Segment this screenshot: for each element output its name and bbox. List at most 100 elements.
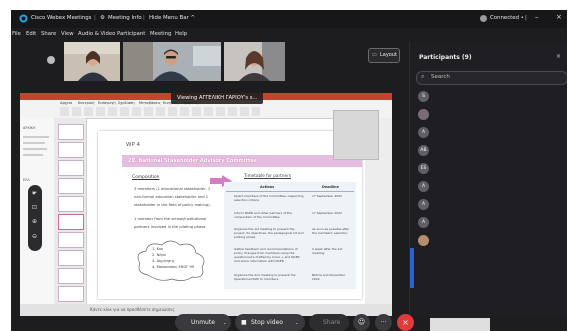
participant-avatar[interactable]: A xyxy=(418,181,429,192)
video-tile-3[interactable] xyxy=(224,42,285,81)
table-cell-action: Organize the 2nd meeting to present the … xyxy=(234,273,296,281)
participant-avatar-photo[interactable] xyxy=(418,235,429,246)
table-cell-deadline: 1 week after the 1st meeting xyxy=(312,247,343,255)
composition-line-6: partners involved in the piloting phase. xyxy=(134,225,207,229)
menu-view[interactable]: View xyxy=(61,31,74,37)
more-options-button[interactable]: ··· xyxy=(375,314,392,331)
participants-title: Participants (9) xyxy=(419,54,472,61)
slide-thumbnail[interactable] xyxy=(58,196,84,212)
video-tile-2[interactable] xyxy=(123,42,221,81)
participants-search-input[interactable]: ⌕ Search xyxy=(416,71,567,85)
slide-thumbnail[interactable] xyxy=(58,232,84,248)
table-row: Organize the 1st meeting to present the … xyxy=(226,227,354,245)
leave-meeting-button[interactable]: × xyxy=(397,314,414,331)
participant-avatar[interactable]: S xyxy=(418,91,429,102)
participant-avatar[interactable]: A xyxy=(418,217,429,228)
slide-thumbnail[interactable] xyxy=(58,178,84,194)
slide-heading: 28. National Stakeholder Advisory Commit… xyxy=(128,158,258,164)
ribbon-tab-4[interactable]: Σχεδίαση xyxy=(118,101,135,105)
close-panel-icon[interactable]: × xyxy=(556,53,561,60)
external-popup xyxy=(430,318,490,331)
participant-avatar[interactable]: ES xyxy=(418,163,429,174)
notes-placeholder: Κάντε κλικ για να προσθέσετε σημειώσεις xyxy=(90,307,175,312)
ribbon-tab-5[interactable]: Μεταβάσεις xyxy=(139,101,161,105)
title-divider: | xyxy=(525,15,527,21)
slide-thumbnail[interactable] xyxy=(58,268,84,284)
title-separator-2: | xyxy=(143,15,145,21)
explorer-line xyxy=(23,154,43,156)
chevron-down-icon[interactable]: ⌄ xyxy=(223,314,226,331)
share-button[interactable]: Share xyxy=(309,314,349,331)
table-cell-deadline: 17 September 2022 xyxy=(312,194,342,198)
table-cell-action: Inform NCER and other partners of the co… xyxy=(234,211,292,219)
viewing-banner[interactable]: Viewing ΑΓΓΕΛΙΚΗ ΓΑΡΙΟΥ's s... xyxy=(171,92,264,104)
participants-panel: Participants (9) × ⌕ Search S A AB ES A … xyxy=(409,42,567,331)
slide-heading-banner: 28. National Stakeholder Advisory Commit… xyxy=(122,155,362,167)
table-cell-action: Select members of the Committee, respect… xyxy=(234,194,304,202)
composition-line-5: 1 member from the school/institutional xyxy=(134,217,207,221)
slide-thumbnail[interactable] xyxy=(58,250,84,266)
participant-avatar[interactable]: A xyxy=(418,127,429,138)
menu-meeting[interactable]: Meeting xyxy=(150,31,171,37)
unmute-button[interactable]: Unmute ⌄ xyxy=(175,314,231,331)
meeting-info-button[interactable]: Meeting Info xyxy=(108,15,142,21)
reactions-icon[interactable]: ☺ xyxy=(353,314,370,331)
share-label: Share xyxy=(323,319,341,326)
zoom-in-icon[interactable]: ⊕ xyxy=(32,218,37,225)
explorer-line xyxy=(23,148,47,150)
app-title: Cisco Webex Meetings xyxy=(31,15,92,21)
explorer-label-2: ΕΛΛ xyxy=(23,178,30,182)
video-tile-1[interactable] xyxy=(64,42,120,81)
menu-edit[interactable]: Edit xyxy=(26,31,36,37)
current-slide: WP 4 28. National Stakeholder Advisory C… xyxy=(98,131,362,299)
menu-file[interactable]: File xyxy=(12,31,21,37)
participant-avatar[interactable]: AB xyxy=(418,145,429,156)
slide-thumbnail[interactable] xyxy=(58,160,84,176)
taskbar-edge xyxy=(410,248,414,288)
slide-thumbnails[interactable] xyxy=(54,118,87,304)
table-cell-action: Gather feedback and recommendations of p… xyxy=(234,247,300,263)
menu-participant[interactable]: Participant xyxy=(117,31,145,37)
pointer-icon[interactable]: ☛ xyxy=(32,190,37,197)
explorer-line xyxy=(23,136,49,138)
ribbon-tools[interactable] xyxy=(60,107,260,116)
slide-thumbnail[interactable] xyxy=(58,124,84,140)
participant-video-2 xyxy=(123,42,221,81)
minimize-button[interactable]: – xyxy=(535,13,539,21)
menu-share[interactable]: Share xyxy=(41,31,56,37)
floating-panel xyxy=(333,110,379,160)
ribbon-tab-3[interactable]: Εισαγωγή xyxy=(98,101,116,105)
ribbon-tab-2[interactable]: Κεντρική xyxy=(78,101,94,105)
slide-thumbnail-active[interactable] xyxy=(58,214,84,230)
meeting-info-icon[interactable]: ⚙ xyxy=(100,15,105,21)
fit-icon[interactable]: ⊡ xyxy=(32,204,37,211)
strip-nav-dot-icon[interactable] xyxy=(47,56,55,64)
slide-thumbnail[interactable] xyxy=(58,286,84,302)
menu-audio-video[interactable]: Audio & Video xyxy=(78,31,115,37)
close-window-button[interactable]: × xyxy=(556,13,562,21)
explorer-line xyxy=(23,142,45,144)
table-row: Gather feedback and recommendations of p… xyxy=(226,247,354,271)
hide-menu-bar-button[interactable]: Hide Menu Bar ^ xyxy=(149,15,195,21)
layout-button[interactable]: ▭ Layout xyxy=(368,48,400,63)
composition-line-3: stakeholder in the field of policy makin… xyxy=(134,203,211,207)
timetable-table: Actions Deadline Select members of the C… xyxy=(224,182,356,289)
zoom-out-icon[interactable]: ⊖ xyxy=(32,233,37,240)
participant-avatar-photo[interactable] xyxy=(418,109,429,120)
connection-status: Connected • xyxy=(490,15,524,21)
stop-video-button[interactable]: ■ Stop video ⌄ xyxy=(235,314,305,331)
ribbon-tab-1[interactable]: Αρχείο xyxy=(60,101,72,105)
participant-avatar[interactable]: A xyxy=(418,199,429,210)
menu-bar: File Edit Share View Audio & Video Parti… xyxy=(11,28,567,42)
timetable-label: Timetable for partners xyxy=(244,173,291,178)
slide-thumbnail[interactable] xyxy=(58,142,84,158)
share-view-tools: ☛ ⊡ ⊕ ⊖ xyxy=(28,185,42,251)
cloud-item-3: 3. Δημήτρης xyxy=(152,259,175,263)
composition-line-2: non-formal education stakeholder and 1 xyxy=(134,195,209,199)
chevron-down-icon[interactable]: ⌄ xyxy=(295,314,298,331)
cloud-item-4: 4. Μανουσάκη ΕΝΟΓ 99 xyxy=(152,265,195,269)
menu-help[interactable]: Help xyxy=(175,31,187,37)
composition-label: Composition xyxy=(132,175,160,180)
table-cell-deadline: 17 September 2022 xyxy=(312,211,342,215)
unmute-label: Unmute xyxy=(191,319,215,326)
